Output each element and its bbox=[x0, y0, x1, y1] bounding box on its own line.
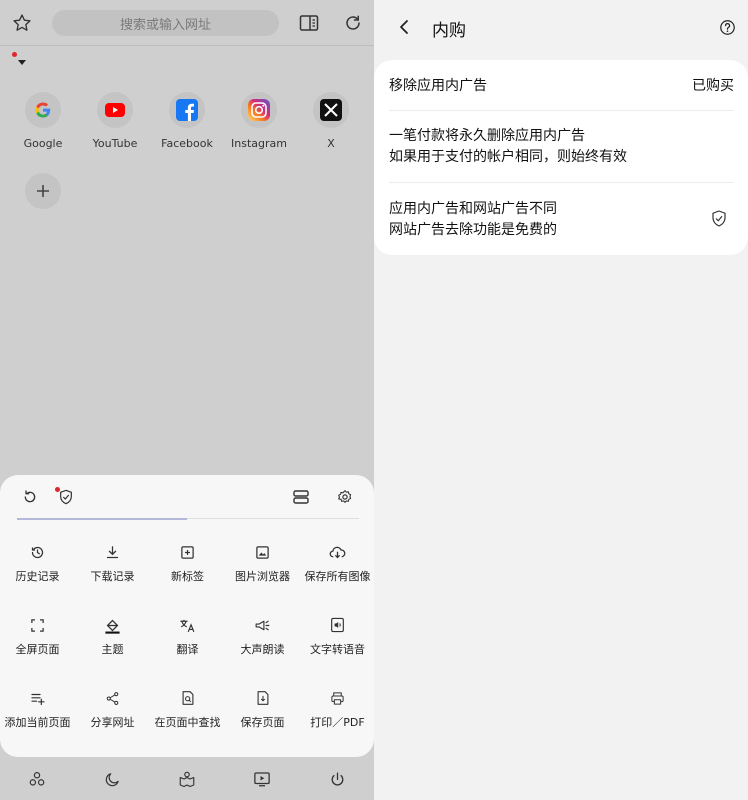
payment-info-text: 一笔付款将永久删除应用内广告 如果用于支付的帐户相同，则始终有效 bbox=[389, 126, 627, 168]
paint-bucket-icon bbox=[75, 614, 150, 636]
youtube-icon bbox=[97, 92, 133, 128]
google-icon bbox=[25, 92, 61, 128]
menu-label: 下载记录 bbox=[90, 570, 135, 583]
cloud-download-icon bbox=[300, 541, 374, 563]
payment-info-line2: 如果用于支付的帐户相同，则始终有效 bbox=[389, 149, 627, 165]
add-shortcut-button[interactable] bbox=[25, 173, 61, 209]
ads-difference-line1: 应用内广告和网站广告不同 bbox=[389, 201, 557, 217]
purchase-card: 移除应用内广告 已购买 一笔付款将永久删除应用内广告 如果用于支付的帐户相同，则… bbox=[374, 60, 748, 255]
menu-label: 打印／PDF bbox=[310, 716, 365, 729]
shortcut-label: Facebook bbox=[161, 137, 213, 150]
back-arrow-icon[interactable] bbox=[394, 17, 414, 37]
menu-label: 全屏页面 bbox=[15, 643, 60, 656]
facebook-icon bbox=[169, 92, 205, 128]
fullscreen-icon bbox=[0, 614, 75, 636]
bookmark-star-icon[interactable] bbox=[11, 12, 33, 34]
reader-mode-icon[interactable] bbox=[298, 12, 320, 34]
menu-save-all-images[interactable]: 保存所有图像 bbox=[300, 541, 374, 584]
menu-label: 添加当前页面 bbox=[4, 716, 71, 729]
map-pin-icon[interactable] bbox=[177, 769, 197, 789]
menu-label: 保存所有图像 bbox=[304, 570, 371, 583]
shortcut-youtube[interactable]: YouTube bbox=[79, 92, 151, 150]
menu-label: 分享网址 bbox=[90, 716, 135, 729]
menu-translate[interactable]: 翻译 bbox=[150, 614, 225, 657]
shortcut-x[interactable]: X bbox=[295, 92, 367, 150]
share-icon bbox=[75, 687, 150, 709]
shortcut-instagram[interactable]: Instagram bbox=[223, 92, 295, 150]
apps-icon[interactable] bbox=[27, 769, 47, 789]
save-page-icon bbox=[225, 687, 300, 709]
ads-difference-text: 应用内广告和网站广告不同 网站广告去除功能是免费的 bbox=[389, 199, 557, 241]
menu-share-url[interactable]: 分享网址 bbox=[75, 687, 150, 730]
browser-panel: 搜索或输入网址 Google YouTube Facebook Instagra… bbox=[0, 0, 374, 800]
menu-label: 文字转语音 bbox=[310, 643, 365, 656]
address-bar[interactable]: 搜索或输入网址 bbox=[52, 10, 279, 36]
menu-label: 新标签 bbox=[171, 570, 204, 583]
menu-read-aloud[interactable]: 大声朗读 bbox=[225, 614, 300, 657]
shield-check-icon[interactable] bbox=[708, 207, 730, 229]
menu-save-page[interactable]: 保存页面 bbox=[225, 687, 300, 730]
plus-icon bbox=[37, 185, 49, 197]
menu-add-current-page[interactable]: 添加当前页面 bbox=[0, 687, 75, 730]
history-icon bbox=[0, 541, 75, 563]
menu-label: 在页面中查找 bbox=[154, 716, 221, 729]
menu-label: 大声朗读 bbox=[240, 643, 285, 656]
layout-rows-icon[interactable] bbox=[291, 487, 311, 507]
menu-text-to-speech[interactable]: 文字转语音 bbox=[300, 614, 374, 657]
remove-ads-label: 移除应用内广告 bbox=[389, 78, 487, 94]
shortcut-facebook[interactable]: Facebook bbox=[151, 92, 223, 150]
menu-fullscreen[interactable]: 全屏页面 bbox=[0, 614, 75, 657]
media-player-icon[interactable] bbox=[252, 769, 272, 789]
x-icon bbox=[313, 92, 349, 128]
menu-label: 图片浏览器 bbox=[235, 570, 290, 583]
shortcut-label: X bbox=[327, 137, 335, 150]
dropdown-caret-icon[interactable] bbox=[17, 58, 27, 66]
shortcut-label: Google bbox=[23, 137, 63, 150]
help-icon[interactable] bbox=[717, 17, 737, 37]
page-title: 内购 bbox=[432, 21, 466, 41]
browser-toolbar: 搜索或输入网址 bbox=[0, 0, 374, 46]
shield-check-icon[interactable] bbox=[56, 487, 76, 507]
remove-ads-row[interactable]: 移除应用内广告 已购买 bbox=[389, 76, 734, 97]
menu-label: 主题 bbox=[101, 643, 124, 656]
bottom-nav-bar bbox=[0, 757, 374, 800]
reload-icon[interactable] bbox=[342, 12, 364, 34]
address-bar-placeholder: 搜索或输入网址 bbox=[119, 17, 211, 33]
shortcut-label: Instagram bbox=[231, 137, 287, 150]
menu-find-in-page[interactable]: 在页面中查找 bbox=[150, 687, 225, 730]
menu-image-viewer[interactable]: 图片浏览器 bbox=[225, 541, 300, 584]
menu-new-tab[interactable]: 新标签 bbox=[150, 541, 225, 584]
new-tab-icon bbox=[150, 541, 225, 563]
shortcut-google[interactable]: Google bbox=[7, 92, 79, 150]
printer-icon bbox=[300, 687, 374, 709]
megaphone-icon bbox=[225, 614, 300, 636]
history-back-icon[interactable] bbox=[20, 487, 40, 507]
menu-label: 翻译 bbox=[176, 643, 199, 656]
payment-info-line1: 一笔付款将永久删除应用内广告 bbox=[389, 128, 585, 144]
settings-gear-icon[interactable] bbox=[335, 487, 355, 507]
ads-difference-line2: 网站广告去除功能是免费的 bbox=[389, 222, 557, 238]
menu-downloads[interactable]: 下载记录 bbox=[75, 541, 150, 584]
menu-print-pdf[interactable]: 打印／PDF bbox=[300, 687, 374, 730]
notification-dot bbox=[12, 52, 17, 57]
download-icon bbox=[75, 541, 150, 563]
translate-icon bbox=[150, 614, 225, 636]
menu-page-indicator bbox=[17, 518, 187, 520]
purchased-status: 已购买 bbox=[692, 78, 734, 94]
playlist-add-icon bbox=[0, 687, 75, 709]
row-divider bbox=[389, 182, 734, 183]
image-gallery-icon bbox=[225, 541, 300, 563]
menu-label: 历史记录 bbox=[15, 570, 60, 583]
menu-label: 保存页面 bbox=[240, 716, 285, 729]
power-icon[interactable] bbox=[327, 769, 347, 789]
shortcut-label: YouTube bbox=[92, 137, 138, 150]
find-in-page-icon bbox=[150, 687, 225, 709]
menu-theme[interactable]: 主题 bbox=[75, 614, 150, 657]
instagram-icon bbox=[241, 92, 277, 128]
night-mode-icon[interactable] bbox=[102, 769, 122, 789]
browser-menu-sheet: 历史记录 下载记录 新标签 图片浏览器 保存所有图像 全屏页面 主题 翻译 大声… bbox=[0, 475, 374, 757]
row-divider bbox=[389, 110, 734, 111]
speech-document-icon bbox=[300, 614, 374, 636]
menu-history[interactable]: 历史记录 bbox=[0, 541, 75, 584]
